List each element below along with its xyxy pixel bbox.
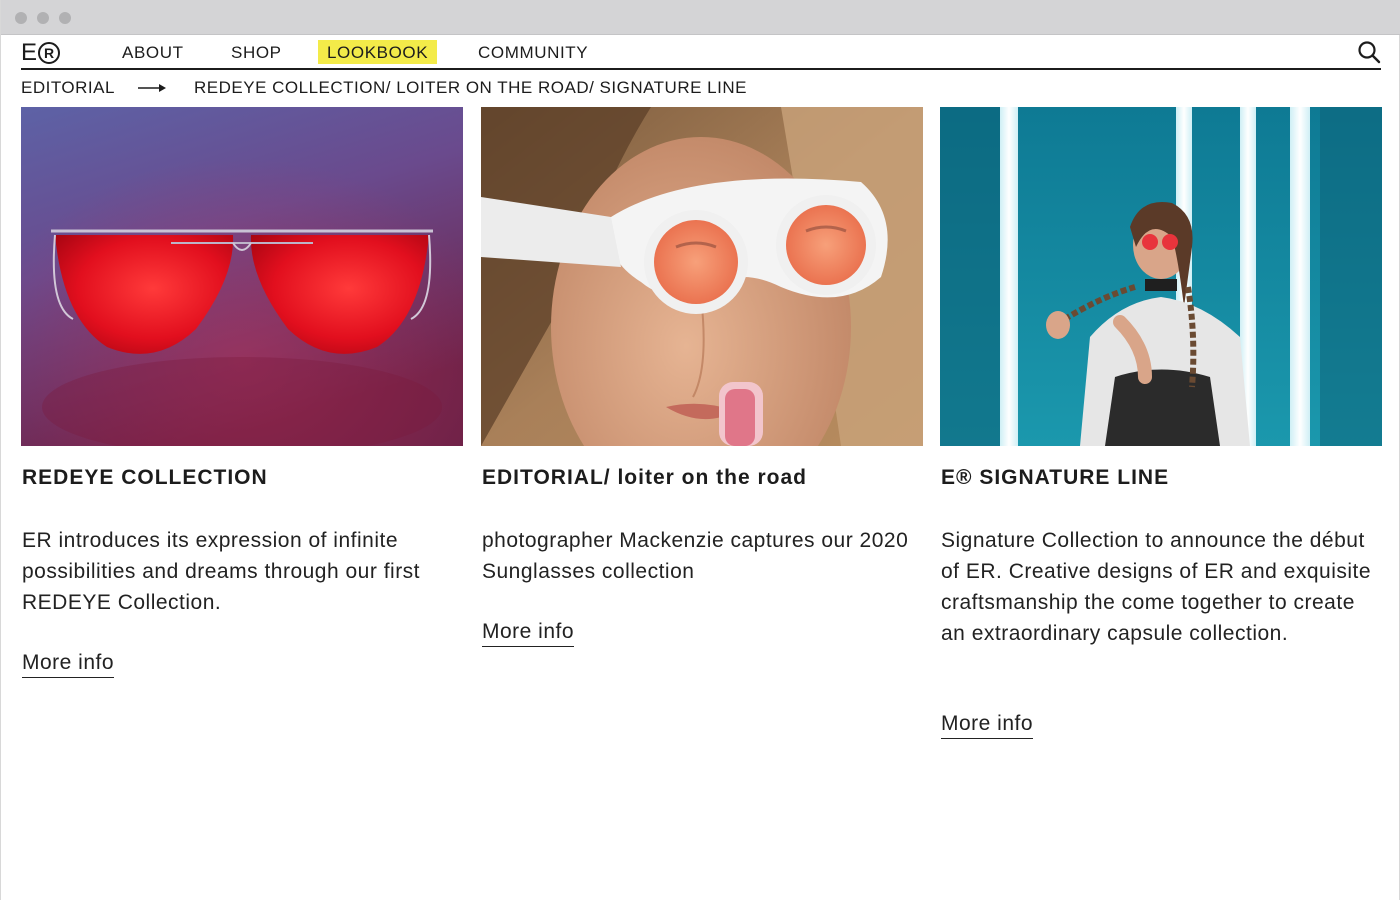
card-title[interactable]: E® SIGNATURE LINE [941,464,1381,492]
card-image-white-goggles-portrait[interactable] [481,107,923,446]
card-description: photographer Mackenzie captures our 2020… [482,529,909,583]
collection-card-redeye: REDEYE COLLECTION ER introduces its expr… [21,107,463,687]
window-titlebar [1,0,1400,35]
card-title[interactable]: REDEYE COLLECTION [22,464,462,492]
collection-card-signature: E® SIGNATURE LINE Signature Collection t… [940,107,1382,747]
nav-item-shop[interactable]: SHOP [222,40,291,64]
breadcrumb-path: REDEYE COLLECTION/ LOITER ON THE ROAD/ S… [194,78,747,97]
nav-item-community[interactable]: COMMUNITY [469,40,597,64]
browser-window: E R ABOUT SHOP LOOKBOOK COMMUNITY EDITOR… [0,0,1400,900]
breadcrumb: EDITORIAL REDEYE COLLECTION/ LOITER ON T… [21,78,1381,98]
card-description: Signature Collection to announce the déb… [941,529,1372,645]
window-maximize-dot[interactable] [59,12,71,24]
logo-registered-mark: R [38,42,61,64]
more-info-link[interactable]: More info [482,618,575,647]
nav-item-about[interactable]: ABOUT [113,40,193,64]
card-title[interactable]: EDITORIAL/ loiter on the road [482,464,922,492]
card-description: ER introduces its expression of infinite… [22,529,421,614]
card-image-red-sunglasses[interactable] [21,107,463,446]
more-info-link[interactable]: More info [941,710,1034,739]
search-icon[interactable] [1357,40,1381,64]
nav-item-lookbook[interactable]: LOOKBOOK [318,40,438,64]
logo-letter: E [21,39,37,66]
brand-logo[interactable]: E R [21,39,61,66]
window-minimize-dot[interactable] [37,12,49,24]
site-header: E R ABOUT SHOP LOOKBOOK COMMUNITY [21,36,1381,70]
window-close-dot[interactable] [15,12,27,24]
more-info-link[interactable]: More info [22,649,115,678]
card-image-model-neon-lights[interactable] [940,107,1382,446]
breadcrumb-section[interactable]: EDITORIAL [21,78,115,98]
arrow-right-icon [137,81,167,95]
collection-card-editorial: EDITORIAL/ loiter on the road photograph… [481,107,923,667]
